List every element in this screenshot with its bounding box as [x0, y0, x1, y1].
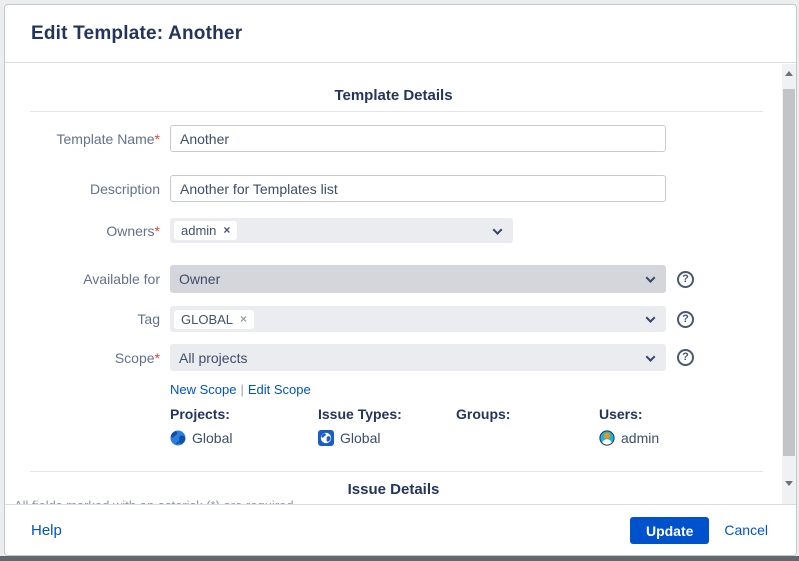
help-question-icon[interactable]: ? [677, 310, 694, 328]
scope-value: All projects [179, 349, 248, 366]
available-for-value: Owner [179, 271, 221, 287]
owners-label: Owners* [106, 222, 160, 239]
scope-summary-users: Users: admin [599, 406, 660, 446]
description-label: Description [89, 180, 160, 197]
owners-select[interactable]: admin × [170, 218, 513, 243]
modal-body: Template Details Template Name* Descript… [5, 64, 796, 504]
globe-icon [170, 430, 186, 446]
help-question-icon[interactable]: ? [677, 349, 694, 366]
issue-types-scope-value: Global [340, 430, 381, 446]
scope-label: Scope* [114, 349, 160, 366]
template-name-row: Template Name* [5, 125, 666, 152]
tag-select[interactable]: GLOBAL × [170, 306, 666, 332]
modal-header: Edit Template: Another [5, 5, 796, 63]
chevron-down-icon [645, 273, 656, 283]
chevron-down-icon [492, 224, 503, 235]
scope-select[interactable]: All projects [170, 344, 666, 371]
section-heading-issue-details: Issue Details [347, 481, 440, 498]
separator [30, 111, 763, 112]
projects-scope-value: Global [192, 430, 233, 446]
template-name-label: Template Name* [56, 130, 161, 147]
user-avatar-icon [599, 430, 615, 446]
scope-links: New Scope | Edit Scope [170, 382, 311, 397]
required-asterisk: * [154, 130, 160, 147]
scrollbar-thumb[interactable] [783, 89, 795, 456]
owner-chip-label: admin [181, 223, 217, 238]
modal-footer: Help Update Cancel [5, 504, 796, 555]
tag-chip-label: GLOBAL [181, 311, 234, 327]
window-bottom-edge [0, 556, 799, 561]
separator [30, 471, 763, 472]
section-heading-template-details: Template Details [334, 87, 453, 104]
tag-row: Tag GLOBAL × ? [5, 306, 694, 332]
scrollbar[interactable] [782, 64, 796, 504]
help-question-icon[interactable]: ? [677, 270, 694, 288]
users-scope-value: admin [621, 430, 660, 446]
required-asterisk: * [154, 222, 160, 239]
help-link[interactable]: Help [31, 522, 62, 539]
cancel-link[interactable]: Cancel [724, 522, 768, 538]
scope-summary-issue-types: Issue Types: Global [318, 406, 402, 446]
description-row: Description [5, 175, 666, 202]
update-button[interactable]: Update [629, 516, 710, 544]
remove-tag-icon[interactable]: × [240, 312, 247, 327]
modal-title: Edit Template: Another [31, 22, 243, 44]
chevron-down-icon [645, 313, 656, 323]
scroll-down-icon[interactable] [785, 481, 793, 486]
tag-chip: GLOBAL × [174, 309, 255, 329]
link-divider: | [240, 382, 244, 397]
chevron-down-icon [645, 351, 656, 362]
scope-summary-groups: Groups: [456, 406, 511, 422]
new-scope-link[interactable]: New Scope [170, 382, 236, 397]
scroll-up-icon[interactable] [785, 71, 793, 76]
owner-chip: admin × [174, 221, 238, 240]
globe-tile-icon [318, 430, 334, 446]
remove-owner-icon[interactable]: × [223, 223, 230, 238]
scope-row: Scope* All projects ? [5, 344, 694, 371]
edit-template-modal: Edit Template: Another Template Details … [4, 4, 797, 556]
available-for-label: Available for [83, 271, 160, 287]
available-for-select[interactable]: Owner [170, 265, 666, 293]
tag-label: Tag [137, 311, 160, 327]
description-input[interactable] [170, 175, 666, 202]
template-name-input[interactable] [170, 125, 666, 152]
scope-summary-projects: Projects: Global [170, 406, 233, 446]
owners-row: Owners* admin × [5, 218, 513, 243]
available-for-row: Available for Owner ? [5, 265, 694, 293]
edit-scope-link[interactable]: Edit Scope [248, 382, 311, 397]
scope-summary: Projects: Global Issue Types: Global Gro… [170, 406, 659, 446]
required-asterisk: * [154, 349, 160, 366]
